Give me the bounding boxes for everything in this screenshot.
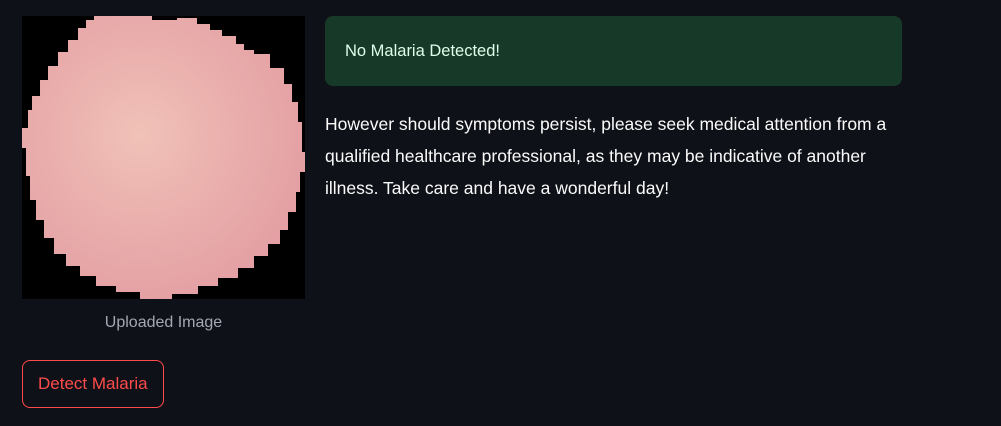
image-caption: Uploaded Image — [104, 314, 223, 331]
success-alert-text: No Malaria Detected! — [345, 41, 500, 60]
uploaded-image-container: Uploaded Image — [22, 16, 305, 333]
success-alert: No Malaria Detected! — [325, 16, 902, 86]
advice-text: However should symptoms persist, please … — [325, 114, 887, 198]
app-main: Uploaded Image No Malaria Detected! Howe… — [0, 0, 1001, 426]
blood-cell-image — [22, 16, 305, 299]
uploaded-image — [22, 16, 305, 299]
result-panel: No Malaria Detected! However should symp… — [325, 16, 902, 204]
detect-malaria-button[interactable]: Detect Malaria — [22, 360, 164, 408]
